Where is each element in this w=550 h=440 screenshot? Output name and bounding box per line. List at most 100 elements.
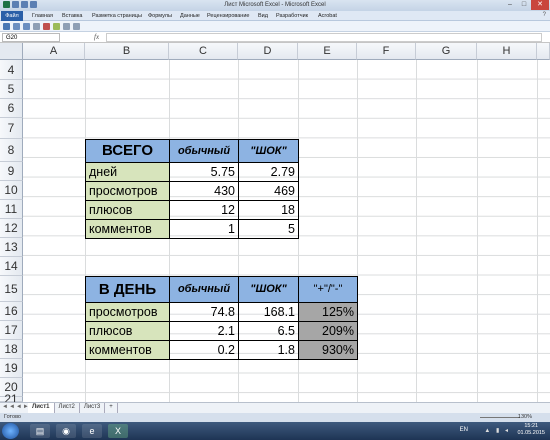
tab-developer[interactable]: Разработчик	[276, 13, 308, 19]
row-header-16[interactable]: 16	[0, 302, 23, 321]
sheet-tab-3[interactable]: Лист3	[80, 403, 106, 413]
zoom-level[interactable]: 130%	[518, 414, 532, 420]
window-controls: – □ ✕	[503, 0, 549, 10]
total-label-days[interactable]: дней	[85, 162, 170, 182]
close-button[interactable]: ✕	[531, 0, 549, 10]
chrome-icon[interactable]: ◉	[56, 424, 76, 438]
undo-icon[interactable]	[13, 23, 20, 30]
daily-header-ratio[interactable]: "+"/"-"	[298, 276, 358, 303]
tray-icons[interactable]: ▲ ▮ ◂	[484, 427, 510, 434]
pdf-icon[interactable]	[43, 23, 50, 30]
total-normal-views[interactable]: 430	[169, 181, 239, 201]
grid-line	[416, 60, 417, 402]
insert-sheet-icon[interactable]: +	[105, 403, 118, 413]
column-header-d[interactable]: D	[238, 43, 298, 60]
total-normal-pluses[interactable]: 12	[169, 200, 239, 220]
row-header-11[interactable]: 11	[0, 200, 23, 219]
tab-insert[interactable]: Вставка	[62, 13, 82, 19]
explorer-icon[interactable]: ▤	[30, 424, 50, 438]
row-header-19[interactable]: 19	[0, 359, 23, 378]
name-box[interactable]: G20	[2, 33, 60, 42]
total-normal-comments[interactable]: 1	[169, 219, 239, 239]
column-header-c[interactable]: C	[169, 43, 238, 60]
column-header-b[interactable]: B	[85, 43, 169, 60]
row-header-14[interactable]: 14	[0, 257, 23, 276]
row-header-12[interactable]: 12	[0, 219, 23, 238]
daily-table-title[interactable]: В ДЕНЬ	[85, 276, 170, 303]
tab-data[interactable]: Данные	[180, 13, 200, 19]
daily-shock-pluses[interactable]: 6.5	[238, 321, 299, 341]
daily-header-normal[interactable]: обычный	[169, 276, 239, 303]
daily-shock-comments[interactable]: 1.8	[238, 340, 299, 360]
tab-file[interactable]: Файл	[1, 11, 23, 21]
total-label-comments[interactable]: комментов	[85, 219, 170, 239]
row-header-13[interactable]: 13	[0, 238, 23, 257]
row-header-7[interactable]: 7	[0, 118, 23, 139]
row-header-17[interactable]: 17	[0, 321, 23, 340]
grid-line	[537, 60, 538, 402]
daily-ratio-comments[interactable]: 930%	[298, 340, 358, 360]
help-icon[interactable]: ?	[543, 12, 546, 18]
daily-ratio-views[interactable]: 125%	[298, 302, 358, 322]
sheet-tab-2[interactable]: Лист2	[55, 403, 80, 413]
select-all-corner[interactable]	[0, 43, 23, 60]
status-ready: Готово	[4, 414, 21, 420]
daily-ratio-pluses[interactable]: 209%	[298, 321, 358, 341]
daily-label-pluses[interactable]: плюсов	[85, 321, 170, 341]
column-header-h[interactable]: H	[477, 43, 537, 60]
total-label-views[interactable]: просмотров	[85, 181, 170, 201]
daily-normal-comments[interactable]: 0.2	[169, 340, 239, 360]
total-shock-comments[interactable]: 5	[238, 219, 299, 239]
row-header-6[interactable]: 6	[0, 99, 23, 118]
ie-icon[interactable]: e	[82, 424, 102, 438]
row-header-15[interactable]: 15	[0, 276, 23, 302]
zoom-slider[interactable]	[480, 417, 520, 418]
start-button[interactable]	[2, 423, 19, 439]
excel-taskbar-icon[interactable]: X	[108, 424, 128, 438]
taskbar: ▤ ◉ e X EN ▲ ▮ ◂ 15:21 01.05.2015	[0, 422, 550, 440]
total-label-pluses[interactable]: плюсов	[85, 200, 170, 220]
customize-toolbar-icon[interactable]	[73, 23, 80, 30]
redo-icon[interactable]	[23, 23, 30, 30]
clock[interactable]: 15:21 01.05.2015	[517, 423, 545, 437]
row-header-4[interactable]: 4	[0, 60, 23, 80]
tab-page-layout[interactable]: Разметка страницы	[92, 13, 142, 19]
total-normal-days[interactable]: 5.75	[169, 162, 239, 182]
daily-header-shock[interactable]: "ШОК"	[238, 276, 299, 303]
language-indicator[interactable]: EN	[460, 427, 468, 433]
save-icon[interactable]	[3, 23, 10, 30]
sort-icon[interactable]	[53, 23, 60, 30]
print-icon[interactable]	[33, 23, 40, 30]
column-header-g[interactable]: G	[416, 43, 477, 60]
daily-normal-views[interactable]: 74.8	[169, 302, 239, 322]
formula-input[interactable]	[106, 33, 542, 42]
row-header-18[interactable]: 18	[0, 340, 23, 359]
maximize-button[interactable]: □	[517, 0, 531, 10]
row-header-9[interactable]: 9	[0, 162, 23, 181]
row-header-5[interactable]: 5	[0, 80, 23, 99]
daily-shock-views[interactable]: 168.1	[238, 302, 299, 322]
tab-view[interactable]: Вид	[258, 13, 268, 19]
column-header-f[interactable]: F	[357, 43, 416, 60]
total-header-normal[interactable]: обычный	[169, 139, 239, 163]
tab-acrobat[interactable]: Acrobat	[318, 13, 337, 19]
tab-review[interactable]: Рецензирование	[207, 13, 249, 19]
daily-label-comments[interactable]: комментов	[85, 340, 170, 360]
total-header-shock[interactable]: "ШОК"	[238, 139, 299, 163]
filter-icon[interactable]	[63, 23, 70, 30]
sheet-tab-1[interactable]: Лист1	[28, 403, 55, 413]
daily-label-views[interactable]: просмотров	[85, 302, 170, 322]
total-shock-views[interactable]: 469	[238, 181, 299, 201]
total-table-title[interactable]: ВСЕГО	[85, 139, 170, 163]
tab-home[interactable]: Главная	[32, 13, 53, 19]
fx-icon[interactable]: fx	[94, 33, 99, 41]
row-header-10[interactable]: 10	[0, 181, 23, 200]
total-shock-days[interactable]: 2.79	[238, 162, 299, 182]
row-header-8[interactable]: 8	[0, 139, 23, 162]
minimize-button[interactable]: –	[503, 0, 517, 10]
column-header-a[interactable]: A	[23, 43, 85, 60]
total-shock-pluses[interactable]: 18	[238, 200, 299, 220]
tab-formulas[interactable]: Формулы	[148, 13, 172, 19]
daily-normal-pluses[interactable]: 2.1	[169, 321, 239, 341]
column-header-e[interactable]: E	[298, 43, 357, 60]
